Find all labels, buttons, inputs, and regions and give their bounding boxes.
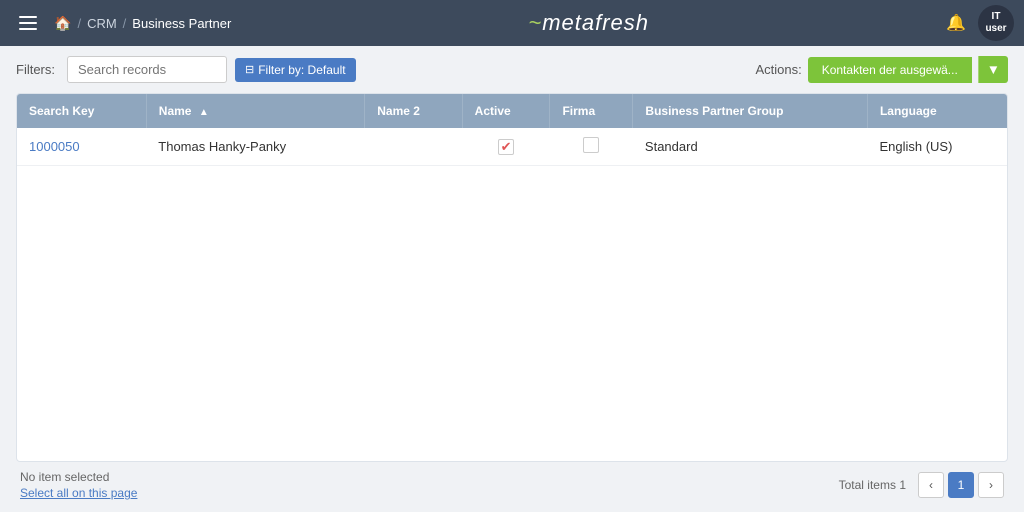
- cell-bp-group: Standard: [633, 128, 868, 166]
- menu-button[interactable]: [10, 5, 46, 41]
- breadcrumb-crm[interactable]: CRM: [87, 16, 117, 31]
- filters-bar: Filters: ⊟ Filter by: Default Actions: K…: [16, 56, 1008, 83]
- table-header-row: Search Key Name ▲ Name 2 Active Firma: [17, 94, 1007, 128]
- cell-name: Thomas Hanky-Panky: [146, 128, 364, 166]
- notifications-icon[interactable]: 🔔: [946, 13, 966, 33]
- footer-bar: No item selected Select all on this page…: [16, 462, 1008, 502]
- user-avatar[interactable]: ITuser: [978, 5, 1014, 41]
- cell-language: English (US): [867, 128, 1007, 166]
- pagination: Total items 1 ‹ 1 ›: [839, 472, 1004, 498]
- actions-dropdown-button[interactable]: ▼: [978, 56, 1008, 83]
- cell-active: ✔: [462, 128, 550, 166]
- table-container: Search Key Name ▲ Name 2 Active Firma: [16, 93, 1008, 462]
- actions-label: Actions:: [755, 62, 801, 77]
- page-1-button[interactable]: 1: [948, 472, 974, 498]
- no-item-selected-label: No item selected: [20, 470, 109, 484]
- actions-main-button[interactable]: Kontakten der ausgewä...: [808, 57, 972, 83]
- chevron-down-icon: ▼: [987, 62, 1000, 77]
- home-icon[interactable]: 🏠: [54, 15, 71, 32]
- active-checkbox[interactable]: ✔: [498, 139, 514, 155]
- next-page-button[interactable]: ›: [978, 472, 1004, 498]
- footer-left: No item selected Select all on this page: [20, 470, 137, 500]
- search-input[interactable]: [67, 56, 227, 83]
- filter-by-default-button[interactable]: ⊟ Filter by: Default: [235, 58, 356, 82]
- select-all-link[interactable]: Select all on this page: [20, 486, 137, 500]
- col-name2[interactable]: Name 2: [365, 94, 462, 128]
- navbar-right: 🔔 ITuser: [946, 5, 1014, 41]
- firma-checkbox[interactable]: [583, 137, 599, 153]
- cell-firma: [550, 128, 633, 166]
- col-firma[interactable]: Firma: [550, 94, 633, 128]
- navbar: 🏠 / CRM / Business Partner ~metafresh 🔔 …: [0, 0, 1024, 46]
- search-key-link[interactable]: 1000050: [29, 139, 80, 154]
- breadcrumb-sep-2: /: [123, 16, 127, 31]
- prev-page-button[interactable]: ‹: [918, 472, 944, 498]
- filter-icon: ⊟: [245, 63, 254, 76]
- logo-area: ~metafresh: [231, 10, 946, 36]
- table-row: 1000050 Thomas Hanky-Panky ✔ StandardEnglis…: [17, 128, 1007, 166]
- col-bp-group[interactable]: Business Partner Group: [633, 94, 868, 128]
- breadcrumb: 🏠 / CRM / Business Partner: [54, 15, 231, 32]
- col-name[interactable]: Name ▲: [146, 94, 364, 128]
- actions-section: Actions: Kontakten der ausgewä... ▼: [755, 56, 1008, 83]
- cell-name2: [365, 128, 462, 166]
- col-language[interactable]: Language: [867, 94, 1007, 128]
- sort-arrow-name: ▲: [199, 107, 209, 118]
- breadcrumb-sep-1: /: [77, 16, 81, 31]
- total-items-label: Total items 1: [839, 478, 906, 492]
- breadcrumb-current: Business Partner: [132, 16, 231, 31]
- col-active[interactable]: Active: [462, 94, 550, 128]
- app-logo: ~metafresh: [528, 10, 649, 36]
- content-wrapper: Filters: ⊟ Filter by: Default Actions: K…: [0, 46, 1024, 512]
- records-table: Search Key Name ▲ Name 2 Active Firma: [17, 94, 1007, 166]
- filters-label: Filters:: [16, 62, 55, 77]
- col-search-key[interactable]: Search Key: [17, 94, 146, 128]
- cell-search-key: 1000050: [17, 128, 146, 166]
